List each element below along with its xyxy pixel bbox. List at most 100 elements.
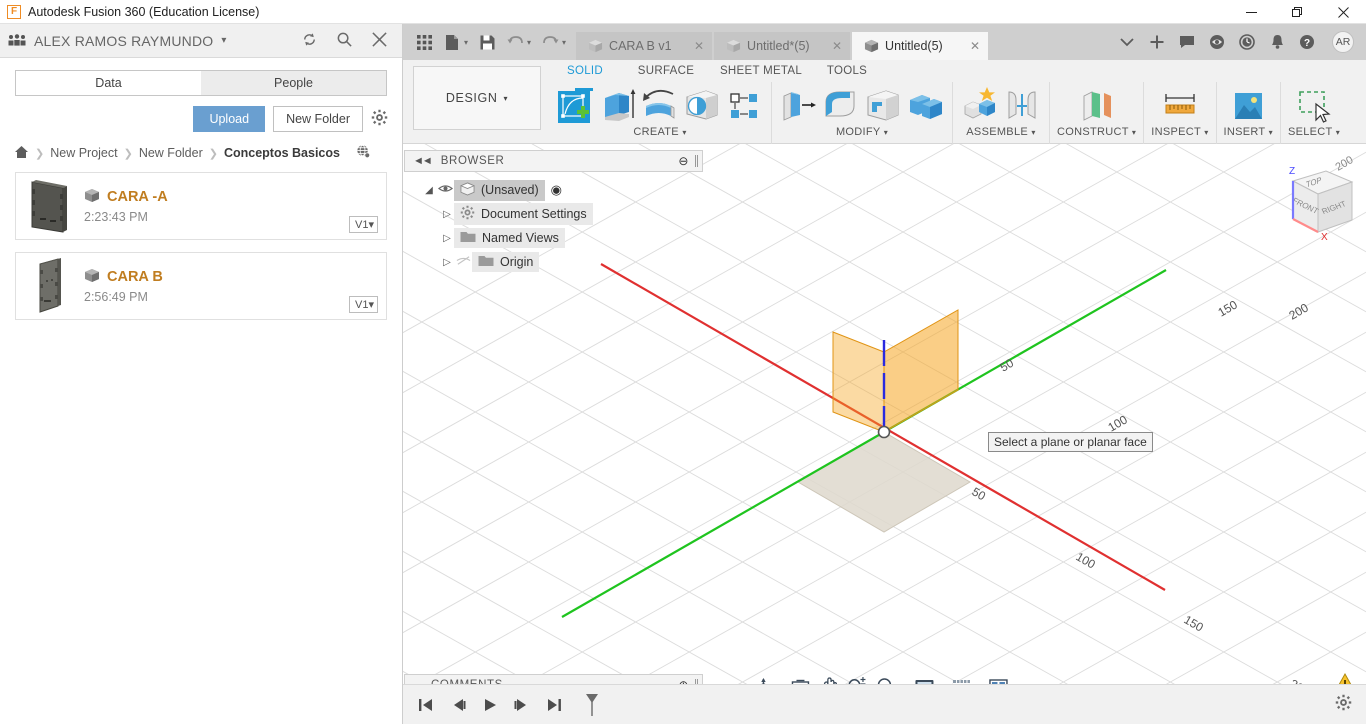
tab-data[interactable]: Data: [15, 70, 201, 96]
undo-icon[interactable]: [502, 29, 528, 55]
chevron-down-icon[interactable]: ▾: [562, 38, 566, 47]
panel-select-label[interactable]: SELECT ▾: [1288, 126, 1340, 138]
go-to-beginning-icon[interactable]: [415, 694, 437, 716]
document-tab-cara-b[interactable]: CARA B v1 ✕: [576, 32, 713, 60]
go-to-end-icon[interactable]: [543, 694, 565, 716]
tab-tools[interactable]: TOOLS: [811, 60, 883, 82]
step-back-icon[interactable]: [447, 694, 469, 716]
minimize-circle-icon[interactable]: ⊖: [678, 154, 689, 168]
close-button[interactable]: [1320, 0, 1366, 24]
tree-node-origin[interactable]: ▷ Origin: [404, 250, 703, 274]
breadcrumb-item-new-folder[interactable]: New Folder: [139, 146, 203, 160]
play-icon[interactable]: [479, 694, 501, 716]
breadcrumb-item-conceptos-basicos[interactable]: Conceptos Basicos: [224, 146, 340, 160]
upload-button[interactable]: Upload: [193, 106, 266, 132]
home-icon[interactable]: [14, 145, 29, 162]
help-question-icon[interactable]: ?: [1294, 27, 1320, 57]
panel-modify-label[interactable]: MODIFY ▾: [836, 126, 888, 138]
tab-sheet-metal[interactable]: SHEET METAL: [711, 60, 811, 82]
tree-node-chip[interactable]: (Unsaved): [454, 179, 545, 201]
minimize-button[interactable]: [1228, 0, 1274, 24]
panel-inspect-label[interactable]: INSPECT ▾: [1151, 126, 1208, 138]
help-community-icon[interactable]: [1204, 27, 1230, 57]
view-cube[interactable]: TOP FRONT RIGHT Z X 200: [1246, 154, 1356, 256]
offset-plane-icon[interactable]: [1077, 84, 1117, 124]
tab-people[interactable]: People: [201, 70, 387, 96]
tab-surface[interactable]: SURFACE: [621, 60, 711, 82]
tree-node-label: Document Settings: [481, 207, 587, 221]
maximize-button[interactable]: [1274, 0, 1320, 24]
document-tab-untitled-modified[interactable]: Untitled*(5) ✕: [714, 32, 851, 60]
extrude-icon[interactable]: [598, 84, 638, 124]
press-pull-icon[interactable]: [779, 84, 819, 124]
refresh-icon[interactable]: [301, 31, 318, 51]
expand-arrow-icon[interactable]: ▷: [440, 209, 454, 220]
chevron-down-icon[interactable]: ▾: [527, 38, 531, 47]
fillet-icon[interactable]: [821, 84, 861, 124]
expand-arrow-icon[interactable]: ◢: [422, 185, 436, 196]
chevron-down-icon[interactable]: ▾: [464, 38, 468, 47]
globe-icon[interactable]: [356, 144, 371, 162]
new-component-icon[interactable]: [960, 84, 1000, 124]
insert-image-icon[interactable]: [1228, 84, 1268, 124]
breadcrumb-item-new-project[interactable]: New Project: [50, 146, 117, 160]
tab-solid[interactable]: SOLID: [549, 60, 621, 82]
tree-node-document-settings[interactable]: ▷ Document Settings: [404, 202, 703, 226]
notification-bell-icon[interactable]: [1264, 27, 1290, 57]
measure-icon[interactable]: [1160, 84, 1200, 124]
list-item[interactable]: CARA B 2:56:49 PM V1▾: [15, 252, 387, 320]
workspace-label: DESIGN: [445, 91, 498, 105]
version-badge[interactable]: V1▾: [349, 216, 378, 233]
panel-assemble-label[interactable]: ASSEMBLE ▾: [966, 126, 1035, 138]
revolve-icon[interactable]: [640, 84, 680, 124]
tree-node-chip[interactable]: Origin: [472, 252, 540, 272]
panel-insert-label[interactable]: INSERT ▾: [1224, 126, 1273, 138]
close-icon[interactable]: ✕: [960, 39, 980, 53]
chevron-down-icon[interactable]: ▾: [221, 35, 226, 46]
panel-construct-label[interactable]: CONSTRUCT ▾: [1057, 126, 1136, 138]
collapse-left-icon[interactable]: ◄◄: [413, 155, 433, 167]
close-icon[interactable]: ✕: [684, 39, 704, 53]
tree-node-chip[interactable]: Document Settings: [454, 203, 593, 225]
comment-icon[interactable]: [1174, 27, 1200, 57]
avatar[interactable]: AR: [1332, 31, 1354, 53]
grid-apps-icon[interactable]: [411, 29, 437, 55]
new-document-icon[interactable]: [439, 29, 465, 55]
new-folder-button[interactable]: New Folder: [273, 106, 363, 132]
tree-node-chip[interactable]: Named Views: [454, 228, 565, 248]
job-status-icon[interactable]: [1234, 27, 1260, 57]
list-item[interactable]: CARA -A 2:23:43 PM V1▾: [15, 172, 387, 240]
hole-icon[interactable]: [682, 84, 722, 124]
3d-viewport[interactable]: 50 100 150 200 50 100 150 200 Select a p…: [403, 144, 1366, 704]
gear-icon[interactable]: [371, 109, 388, 129]
save-icon[interactable]: [474, 29, 500, 55]
resize-grip[interactable]: [695, 155, 698, 167]
timeline-marker-icon[interactable]: [581, 693, 603, 716]
shell-icon[interactable]: [863, 84, 903, 124]
expand-arrow-icon[interactable]: ▷: [440, 257, 454, 268]
combine-icon[interactable]: [905, 84, 945, 124]
visibility-hidden-icon[interactable]: [454, 255, 472, 269]
search-icon[interactable]: [336, 31, 353, 51]
step-forward-icon[interactable]: [511, 694, 533, 716]
version-badge[interactable]: V1▾: [349, 296, 378, 313]
visibility-eye-icon[interactable]: [436, 183, 454, 197]
new-tab-button[interactable]: [1144, 27, 1170, 57]
gear-icon[interactable]: [1335, 694, 1352, 716]
expand-arrow-icon[interactable]: ▷: [440, 233, 454, 244]
close-icon[interactable]: ✕: [822, 39, 842, 53]
select-window-icon[interactable]: [1294, 84, 1334, 124]
redo-icon[interactable]: [537, 29, 563, 55]
tree-node-named-views[interactable]: ▷ Named Views: [404, 226, 703, 250]
workspace-switcher[interactable]: DESIGN ▾: [413, 66, 541, 130]
create-sketch-icon[interactable]: [556, 84, 596, 124]
tree-node-unsaved[interactable]: ◢ (Unsaved) ◉: [404, 178, 703, 202]
tab-list-dropdown[interactable]: [1114, 27, 1140, 57]
pattern-icon[interactable]: [724, 84, 764, 124]
joint-icon[interactable]: [1002, 84, 1042, 124]
panel-create-label[interactable]: CREATE ▾: [633, 126, 686, 138]
activate-component-radio[interactable]: ◉: [551, 182, 562, 198]
close-panel-icon[interactable]: [371, 31, 388, 51]
document-tab-untitled-active[interactable]: Untitled(5) ✕: [852, 32, 989, 60]
team-icon[interactable]: [8, 33, 26, 48]
